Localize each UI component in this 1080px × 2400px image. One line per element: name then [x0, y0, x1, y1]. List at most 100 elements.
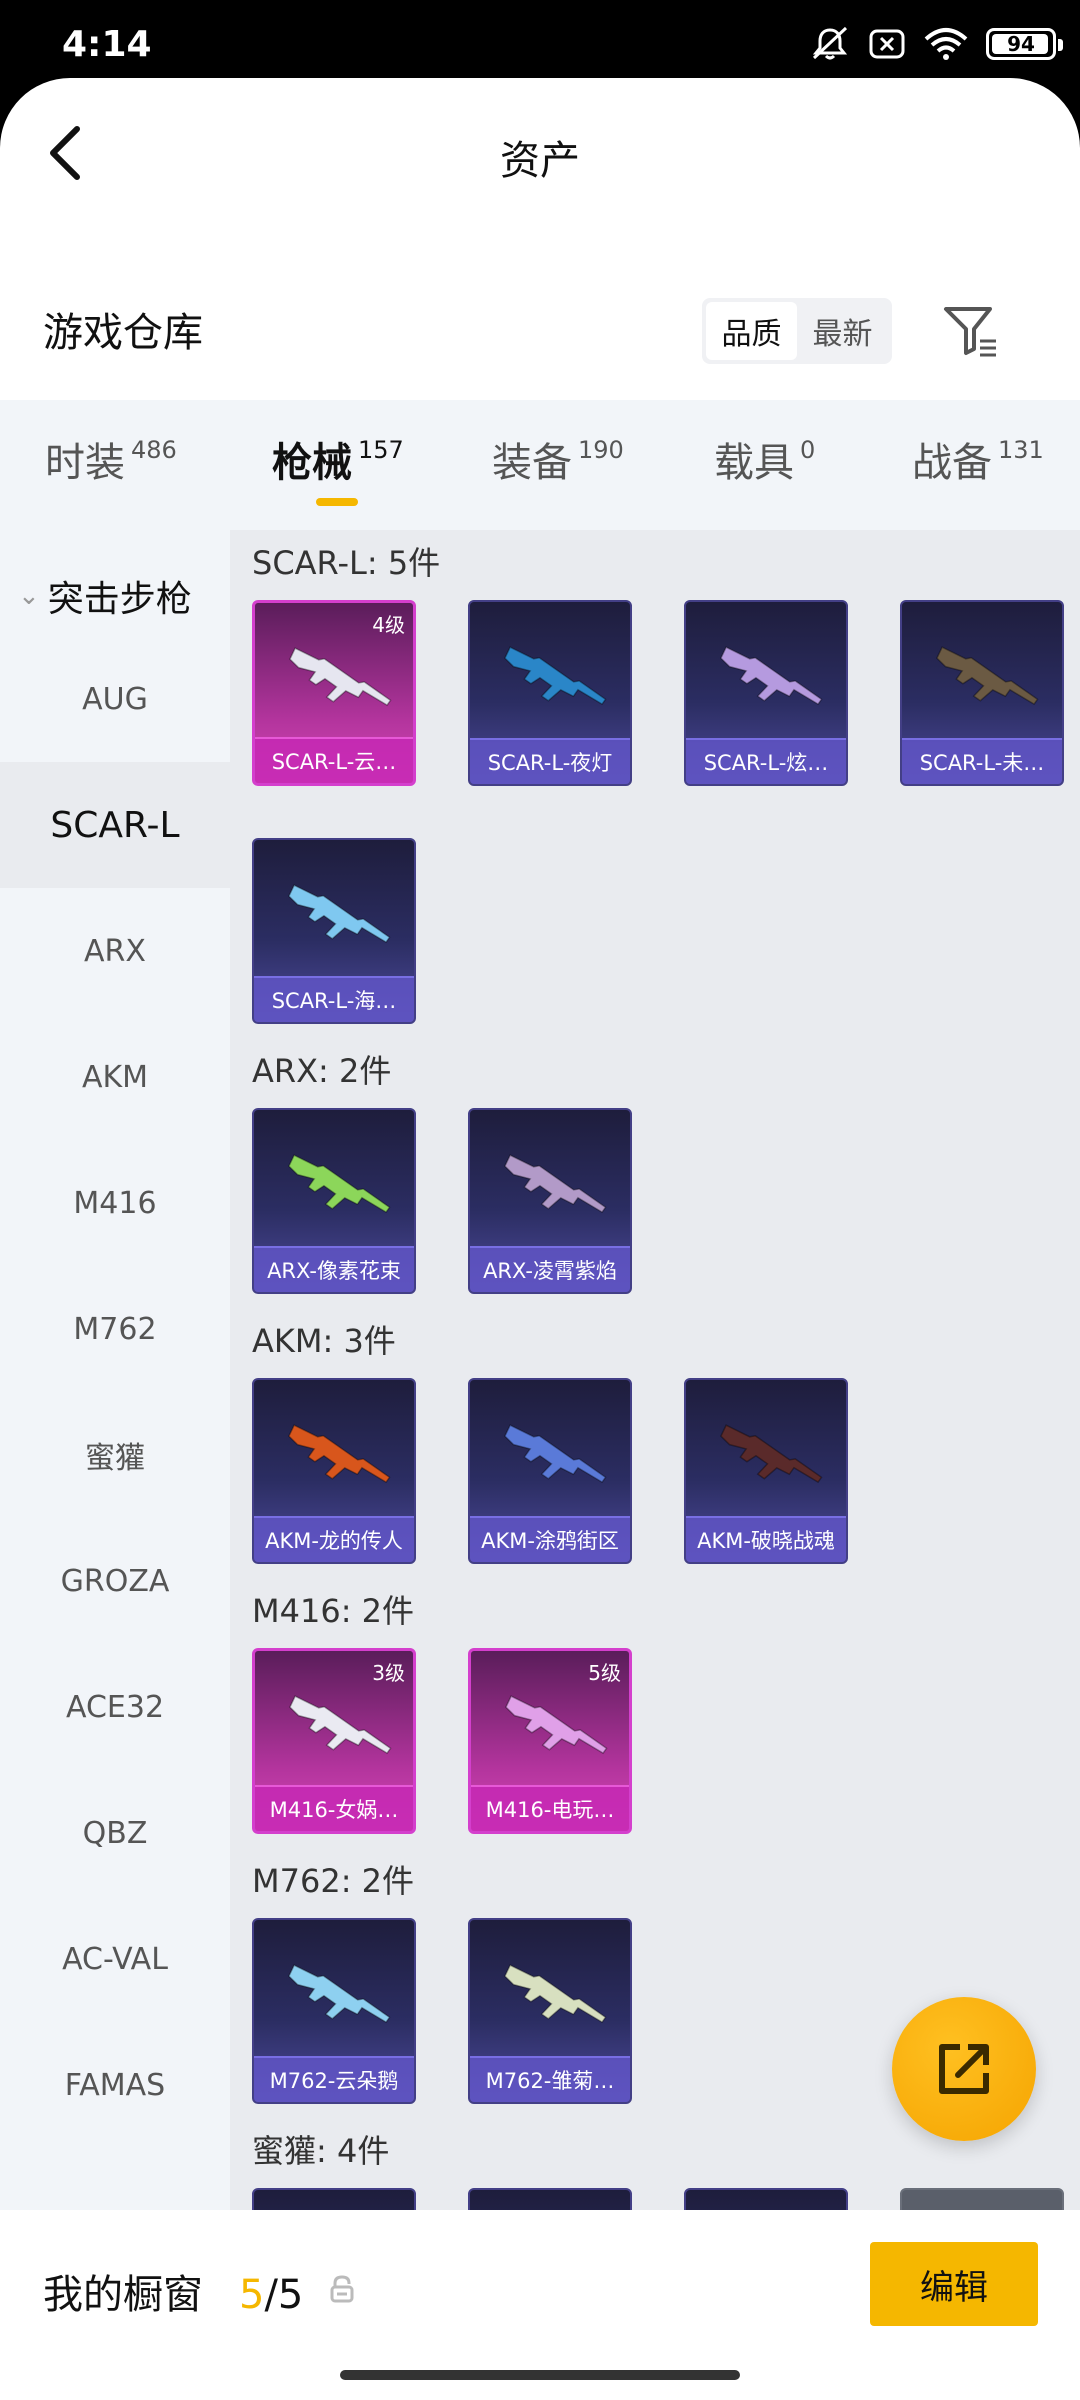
weapon-skin-card[interactable]: M762-雏菊…	[468, 1918, 632, 2104]
weapon-skin-card[interactable]: 3级 M416-女娲…	[252, 1648, 416, 1834]
sidebar-item[interactable]: AC-VAL	[0, 1896, 230, 2022]
wifi-icon	[924, 27, 968, 61]
sidebar-header-label: 突击步枪	[47, 579, 192, 620]
weapon-skin-card[interactable]: M762-云朵鹅	[252, 1918, 416, 2104]
share-button[interactable]	[892, 1997, 1036, 2141]
filter-icon	[944, 307, 996, 357]
sidebar-item[interactable]: ACE32	[0, 1644, 230, 1770]
skin-level: 5级	[588, 1661, 621, 1685]
group-title: M762: 2件	[252, 1862, 415, 1900]
rifle-icon	[287, 1964, 391, 2024]
home-indicator[interactable]	[340, 2370, 740, 2380]
assets-sheet: 资产 游戏仓库 品质 最新 时装 486 枪械 157 装备 190 载具 0	[0, 78, 1080, 2400]
weapon-skin-card[interactable]: AKM-破晓战魂	[684, 1378, 848, 1564]
weapon-skin-card[interactable]	[468, 2188, 632, 2210]
battery-level: 94	[1007, 32, 1035, 56]
weapon-skin-card[interactable]	[900, 2188, 1064, 2210]
group-title: M416: 2件	[252, 1592, 415, 1630]
sort-newest-button[interactable]: 最新	[797, 302, 888, 360]
edit-button[interactable]: 编辑	[870, 2242, 1038, 2326]
weapon-skin-card[interactable]: ARX-像素花束	[252, 1108, 416, 1294]
rifle-icon	[503, 1154, 607, 1214]
weapon-image	[708, 1408, 828, 1522]
sidebar-item[interactable]: M416	[0, 1140, 230, 1266]
group-title: SCAR-L: 5件	[252, 544, 441, 582]
showcase-used-count: 5	[239, 2272, 265, 2318]
rifle-icon	[287, 1154, 391, 1214]
weapon-skin-card[interactable]: SCAR-L-炫…	[684, 600, 848, 786]
skin-name: AKM-涂鸦街区	[470, 1516, 630, 1562]
warehouse-title: 游戏仓库	[43, 310, 203, 356]
sidebar-item[interactable]: AKM	[0, 1014, 230, 1140]
weapon-skin-card[interactable]: 4级 SCAR-L-云…	[252, 600, 416, 786]
weapon-image	[492, 630, 612, 744]
top-bar: 资产	[0, 78, 1080, 228]
warehouse-header: 游戏仓库 品质 最新	[0, 270, 1080, 390]
sidebar-item[interactable]: QBZ	[0, 1770, 230, 1896]
skin-name: SCAR-L-炫…	[686, 738, 846, 784]
tab-firearms[interactable]: 枪械 157	[272, 430, 404, 488]
skin-name: ARX-凌霄紫焰	[470, 1246, 630, 1292]
rifle-icon	[288, 1695, 392, 1755]
weapon-image	[492, 1948, 612, 2062]
status-icons: 94	[810, 26, 1063, 62]
skin-level: 3级	[372, 1661, 405, 1685]
sort-quality-button[interactable]: 品质	[706, 302, 797, 360]
tab-fashion[interactable]: 时装 486	[45, 430, 177, 488]
tab-supplies[interactable]: 战备 131	[912, 430, 1044, 488]
sort-toggle: 品质 最新	[702, 298, 892, 364]
skin-name: M416-电玩…	[471, 1785, 629, 1831]
sidebar-item[interactable]: AUG	[0, 636, 230, 762]
bottom-bar: 我的橱窗 5 /5 编辑	[0, 2210, 1080, 2400]
lock-icon	[328, 2274, 356, 2308]
skin-name: SCAR-L-海…	[254, 976, 414, 1022]
filter-button[interactable]	[935, 298, 1005, 364]
skin-name: SCAR-L-夜灯	[470, 738, 630, 784]
weapon-image	[277, 1679, 397, 1793]
weapon-skin-card[interactable]	[252, 2188, 416, 2210]
skin-name: SCAR-L-未…	[902, 738, 1062, 784]
skin-name: SCAR-L-云…	[255, 737, 413, 783]
sidebar-item[interactable]: 蜜獾	[0, 1392, 230, 1518]
status-time: 4:14	[62, 24, 152, 65]
sidebar-item[interactable]: GROZA	[0, 1518, 230, 1644]
skin-name: M762-云朵鹅	[254, 2056, 414, 2102]
rifle-icon	[503, 646, 607, 706]
weapon-grid: SCAR-L: 5件 4级 SCAR-L-云… SCAR-L-夜灯 SCAR-L-炫… S…	[230, 530, 1080, 2210]
weapon-sidebar: ⌄ 突击步枪 AUG SCAR-L ARX AKM M416 M762 蜜獾 GROZA ACE…	[0, 530, 230, 2210]
weapon-skin-card[interactable]: SCAR-L-夜灯	[468, 600, 632, 786]
share-out-icon	[939, 2044, 989, 2094]
sidebar-item[interactable]: M762	[0, 1266, 230, 1392]
skin-name: M762-雏菊…	[470, 2056, 630, 2102]
weapon-skin-card[interactable]: SCAR-L-未…	[900, 600, 1064, 786]
battery-icon: 94	[986, 28, 1063, 60]
tab-equipment[interactable]: 装备 190	[492, 430, 624, 488]
category-tabs: 时装 486 枪械 157 装备 190 载具 0 战备 131	[0, 400, 1080, 530]
tab-vehicles[interactable]: 载具 0	[714, 430, 815, 488]
group-title: ARX: 2件	[252, 1052, 392, 1090]
rifle-icon	[935, 646, 1039, 706]
skin-name: AKM-龙的传人	[254, 1516, 414, 1562]
active-tab-indicator	[316, 498, 358, 506]
weapon-image	[276, 1138, 396, 1252]
weapon-image	[492, 1138, 612, 1252]
weapon-skin-card[interactable]: ARX-凌霄紫焰	[468, 1108, 632, 1294]
weapon-skin-card[interactable]: 5级 M416-电玩…	[468, 1648, 632, 1834]
my-window: 我的橱窗 5 /5	[43, 2262, 303, 2320]
sidebar-item[interactable]: SCAR-L	[0, 762, 230, 888]
sidebar-item[interactable]: ARX	[0, 888, 230, 1014]
weapon-skin-card[interactable]	[684, 2188, 848, 2210]
weapon-image	[924, 630, 1044, 744]
skin-name: ARX-像素花束	[254, 1246, 414, 1292]
weapon-skin-card[interactable]: AKM-涂鸦街区	[468, 1378, 632, 1564]
page-title: 资产	[500, 138, 580, 184]
sidebar-header[interactable]: ⌄ 突击步枪	[18, 570, 192, 622]
sidebar-item[interactable]: FAMAS	[0, 2022, 230, 2148]
weapon-image	[276, 1948, 396, 2062]
weapon-image	[276, 868, 396, 982]
weapon-skin-card[interactable]: SCAR-L-海…	[252, 838, 416, 1024]
skin-level: 4级	[372, 613, 405, 637]
rifle-icon	[288, 647, 392, 707]
weapon-skin-card[interactable]: AKM-龙的传人	[252, 1378, 416, 1564]
rifle-icon	[503, 1424, 607, 1484]
